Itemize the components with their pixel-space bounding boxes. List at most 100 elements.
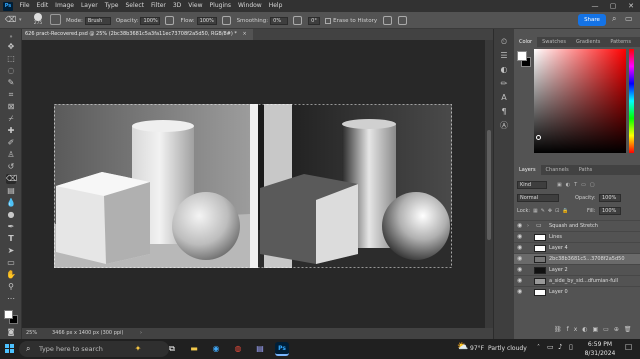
file-explorer-icon[interactable]: ▬: [187, 342, 201, 356]
taskbar-search-input[interactable]: ⌕ Type here to search: [19, 341, 169, 357]
weather-temp[interactable]: 97°F: [470, 345, 484, 352]
visibility-eye-icon[interactable]: ◉: [517, 232, 522, 242]
brush-settings-icon[interactable]: [50, 14, 61, 25]
type-tool-icon[interactable]: T: [6, 234, 16, 244]
menu-filter[interactable]: Filter: [148, 0, 170, 12]
tab-color[interactable]: Color: [514, 37, 538, 47]
tab-swatches[interactable]: Swatches: [537, 37, 571, 47]
search-icon[interactable]: ⌕: [612, 14, 616, 24]
frame-tool-icon[interactable]: ⊠: [6, 102, 16, 112]
close-window-button[interactable]: ✕: [622, 0, 640, 12]
menu-help[interactable]: Help: [265, 0, 286, 12]
lock-icons[interactable]: ▦✎✥⊡🔒: [533, 207, 572, 216]
visibility-eye-icon[interactable]: ◉: [517, 221, 522, 231]
smoothing-settings-icon[interactable]: [293, 16, 303, 25]
status-menu-arrow[interactable]: ›: [140, 328, 142, 339]
layer-row[interactable]: ◉ a_side_by_sid...dfumian-full: [514, 275, 640, 286]
color-panel-foreground-swatch[interactable]: [517, 51, 527, 61]
eraser-tool-preset-icon[interactable]: ⌫: [5, 15, 17, 25]
zoom-level[interactable]: 25%: [26, 328, 37, 339]
angle-input[interactable]: 0°: [308, 16, 321, 25]
layer-row[interactable]: ◉ Layer 2: [514, 264, 640, 275]
symmetry-icon[interactable]: [398, 16, 408, 25]
scrollbar-thumb[interactable]: [487, 130, 491, 240]
share-button[interactable]: Share: [578, 14, 606, 26]
blend-mode-select[interactable]: Normal: [517, 194, 559, 202]
mode-select[interactable]: Brush: [84, 16, 111, 25]
chevron-down-icon[interactable]: ▾: [19, 17, 22, 23]
hue-slider[interactable]: [629, 49, 634, 153]
clone-stamp-tool-icon[interactable]: ♙: [6, 150, 16, 160]
workspace-icon[interactable]: ▭: [625, 14, 633, 23]
menu-layer[interactable]: Layer: [77, 0, 101, 12]
pressure-size-icon[interactable]: [383, 16, 393, 25]
close-tab-icon[interactable]: ×: [243, 31, 247, 37]
dodge-tool-icon[interactable]: ●: [6, 210, 16, 220]
move-tool-icon[interactable]: ✥: [6, 42, 16, 52]
menu-image[interactable]: Image: [52, 0, 78, 12]
blur-tool-icon[interactable]: 💧: [6, 198, 16, 208]
network-icon[interactable]: ▭: [547, 343, 554, 351]
healing-brush-tool-icon[interactable]: ✚: [6, 126, 16, 136]
edge-browser-icon[interactable]: ◉: [209, 342, 223, 356]
color-picker-field[interactable]: [534, 49, 626, 153]
layer-row[interactable]: ◉ Layer 4: [514, 242, 640, 253]
flow-input[interactable]: 100%: [196, 16, 217, 25]
fill-input[interactable]: 100%: [599, 207, 621, 215]
eyedropper-tool-icon[interactable]: ⌿: [6, 114, 16, 124]
maximize-button[interactable]: ▢: [604, 0, 622, 12]
erase-history-checkbox[interactable]: [325, 17, 332, 24]
tab-layers[interactable]: Layers: [514, 165, 541, 175]
windows-start-icon[interactable]: [5, 344, 15, 354]
copilot-highlight-icon[interactable]: ✦: [131, 342, 145, 356]
layer-filter-icons[interactable]: ▣◐T▭▢: [557, 181, 599, 190]
visibility-eye-icon[interactable]: ◉: [517, 243, 522, 253]
menu-type[interactable]: Type: [101, 0, 122, 12]
visibility-eye-icon[interactable]: ◉: [517, 265, 522, 275]
layers-footer-icons[interactable]: ⛓fx◐▣▭⊕🗑: [554, 326, 638, 336]
adjustments-panel-icon[interactable]: ◐: [499, 65, 509, 75]
tab-channels[interactable]: Channels: [541, 165, 574, 175]
foreground-color-swatch[interactable]: [4, 310, 13, 319]
visibility-eye-icon[interactable]: ◉: [517, 254, 522, 264]
lasso-tool-icon[interactable]: ◌: [6, 66, 16, 76]
brushes-panel-icon[interactable]: ✏: [499, 79, 509, 89]
opacity-input[interactable]: 100%: [140, 16, 161, 25]
menu-file[interactable]: File: [16, 0, 33, 12]
tab-patterns[interactable]: Patterns: [605, 37, 636, 47]
menu-plugins[interactable]: Plugins: [206, 0, 235, 12]
menu-edit[interactable]: Edit: [33, 0, 52, 12]
eraser-tool-icon[interactable]: ⌫: [6, 174, 17, 184]
document-tab[interactable]: 626 pract-Recovered.psd @ 25% (2bc38b368…: [22, 29, 253, 40]
marquee-tool-icon[interactable]: ⬚: [6, 54, 16, 64]
paragraph-panel-icon[interactable]: ¶: [499, 107, 509, 117]
rectangle-tool-icon[interactable]: ▭: [6, 258, 16, 268]
layer-row-selected[interactable]: ◉ 2bc38b3681c5...3708f2a5d50: [514, 253, 640, 264]
smoothing-input[interactable]: 0%: [270, 16, 289, 25]
chrome-browser-icon[interactable]: ◍: [231, 342, 245, 356]
layer-row-group[interactable]: ◉ › ▭ Squash and Stretch: [514, 220, 640, 231]
history-brush-tool-icon[interactable]: ↺: [6, 162, 16, 172]
clock-date[interactable]: 8/31/2024: [582, 350, 618, 357]
tab-gradients[interactable]: Gradients: [571, 37, 605, 47]
layer-opacity-input[interactable]: 100%: [599, 194, 621, 202]
quick-mask-icon[interactable]: ◙: [6, 327, 16, 337]
more-tools-icon[interactable]: ⋯: [6, 294, 16, 304]
gradient-tool-icon[interactable]: ▤: [6, 186, 16, 196]
weather-description[interactable]: Partly cloudy: [488, 345, 527, 352]
battery-icon[interactable]: ▯: [569, 343, 573, 351]
photoshop-taskbar-icon[interactable]: Ps: [275, 342, 289, 356]
path-selection-tool-icon[interactable]: ➤: [6, 246, 16, 256]
clock-time[interactable]: 6:59 PM: [582, 341, 618, 348]
airbrush-icon[interactable]: [221, 16, 231, 25]
brush-tool-icon[interactable]: ✐: [6, 138, 16, 148]
history-panel-icon[interactable]: ⏲: [499, 37, 509, 47]
brush-size-picker[interactable]: 275: [29, 13, 47, 28]
hand-tool-icon[interactable]: ✋: [6, 270, 16, 280]
properties-panel-icon[interactable]: ☰: [499, 51, 509, 61]
toolbar-collapse-icon[interactable]: »: [6, 32, 16, 42]
store-app-icon[interactable]: ▤: [253, 342, 267, 356]
minimize-button[interactable]: —: [586, 0, 604, 12]
quick-select-tool-icon[interactable]: ✎: [6, 78, 16, 88]
character-panel-icon[interactable]: A: [499, 93, 509, 103]
